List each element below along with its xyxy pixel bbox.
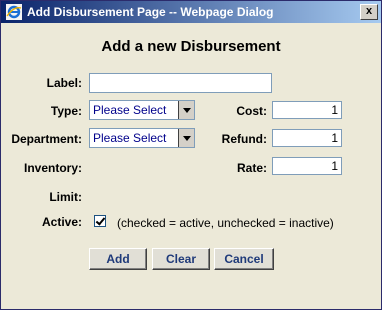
close-button[interactable]: x [360,4,378,20]
department-label: Department: [11,132,82,146]
ie-icon [6,4,22,20]
chevron-down-icon[interactable] [178,129,194,147]
dialog-content: Add a new Disbursement Label: Type: Plea… [2,23,380,308]
label-field-label: Label: [46,76,82,90]
label-input[interactable] [89,73,272,93]
active-label: Active: [41,215,82,229]
limit-label: Limit: [49,190,82,204]
page-title: Add a new Disbursement [101,38,281,55]
rate-input[interactable] [272,157,342,175]
department-select[interactable]: Please Select [89,128,195,148]
active-note: (checked = active, unchecked = inactive) [117,216,334,230]
rate-label: Rate: [236,161,267,175]
dialog-window: Add Disbursement Page -- Webpage Dialog … [0,0,382,310]
refund-label: Refund: [221,132,267,146]
department-selected-value: Please Select [93,131,167,145]
type-label: Type: [50,104,82,118]
window-title: Add Disbursement Page -- Webpage Dialog [27,5,274,19]
clear-button[interactable]: Clear [152,248,210,270]
add-button[interactable]: Add [89,248,147,270]
title-bar: Add Disbursement Page -- Webpage Dialog … [1,1,381,23]
type-selected-value: Please Select [93,103,167,117]
type-select[interactable]: Please Select [89,100,195,120]
cost-input[interactable] [272,101,342,119]
inventory-label: Inventory: [23,161,82,175]
active-checkbox[interactable] [94,215,106,227]
refund-input[interactable] [272,129,342,147]
cancel-button[interactable]: Cancel [214,248,274,270]
chevron-down-icon[interactable] [178,101,194,119]
cost-label: Cost: [236,104,267,118]
